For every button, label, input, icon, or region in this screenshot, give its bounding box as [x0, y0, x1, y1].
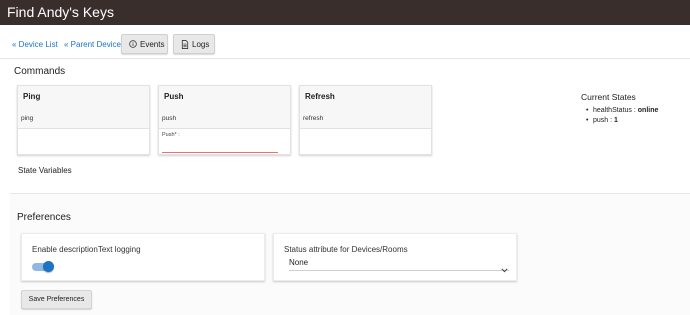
- events-button[interactable]: Events: [121, 34, 168, 54]
- divider: [0, 58, 690, 59]
- command-method: refresh: [303, 115, 324, 122]
- state-variables-heading: State Variables: [18, 166, 72, 175]
- command-name: Push: [164, 92, 184, 101]
- logs-button-label: Logs: [192, 39, 210, 49]
- page-title: Find Andy's Keys: [7, 4, 114, 20]
- command-card-ping: Ping ping: [17, 85, 150, 155]
- events-button-label: Events: [140, 39, 165, 49]
- command-ping-button[interactable]: Ping ping: [18, 86, 149, 129]
- chevron-down-icon: [501, 260, 508, 278]
- current-states-list: healthStatus : online push : 1: [581, 106, 658, 126]
- push-param-label: Push* :: [162, 132, 180, 138]
- state-value: online: [637, 107, 659, 114]
- status-attribute-label: Status attribute for Devices/Rooms: [284, 245, 408, 254]
- device-list-link[interactable]: « Device List: [12, 40, 58, 49]
- toggle-knob: [43, 261, 54, 272]
- state-key: healthStatus: [593, 107, 632, 114]
- description-logging-label: Enable descriptionText logging: [32, 245, 141, 254]
- current-states-panel: Current States healthStatus : online pus…: [581, 92, 658, 126]
- description-logging-toggle[interactable]: [32, 261, 54, 272]
- command-push-button[interactable]: Push push: [159, 86, 290, 129]
- state-value: 1: [614, 117, 618, 124]
- pref-card-status-attribute: Status attribute for Devices/Rooms None: [273, 233, 517, 281]
- logs-button[interactable]: Logs: [173, 34, 215, 54]
- pref-card-description-logging: Enable descriptionText logging: [21, 233, 265, 281]
- state-key: push: [593, 117, 609, 124]
- preferences-heading: Preferences: [17, 212, 71, 223]
- save-preferences-button[interactable]: Save Preferences: [21, 290, 92, 309]
- state-item: push : 1: [586, 116, 658, 126]
- current-states-title: Current States: [581, 92, 636, 102]
- app-header: Find Andy's Keys: [0, 0, 690, 25]
- device-nav: « Device List « Parent Device Events Log…: [0, 34, 690, 56]
- commands-heading: Commands: [14, 66, 66, 77]
- parent-device-link[interactable]: « Parent Device: [64, 40, 121, 49]
- push-param-input[interactable]: [162, 152, 278, 153]
- status-attribute-select[interactable]: None: [289, 256, 509, 273]
- status-attribute-value: None: [289, 258, 309, 267]
- info-circle-icon: [129, 40, 137, 48]
- command-card-refresh: Refresh refresh: [299, 85, 432, 155]
- command-card-push: Push push Push* :: [158, 85, 291, 155]
- command-refresh-button[interactable]: Refresh refresh: [300, 86, 431, 129]
- command-method: push: [162, 115, 177, 122]
- state-item: healthStatus : online: [586, 106, 659, 116]
- command-name: Ping: [23, 92, 41, 101]
- command-method: ping: [21, 115, 34, 122]
- document-icon: [181, 39, 189, 49]
- command-name: Refresh: [305, 92, 335, 101]
